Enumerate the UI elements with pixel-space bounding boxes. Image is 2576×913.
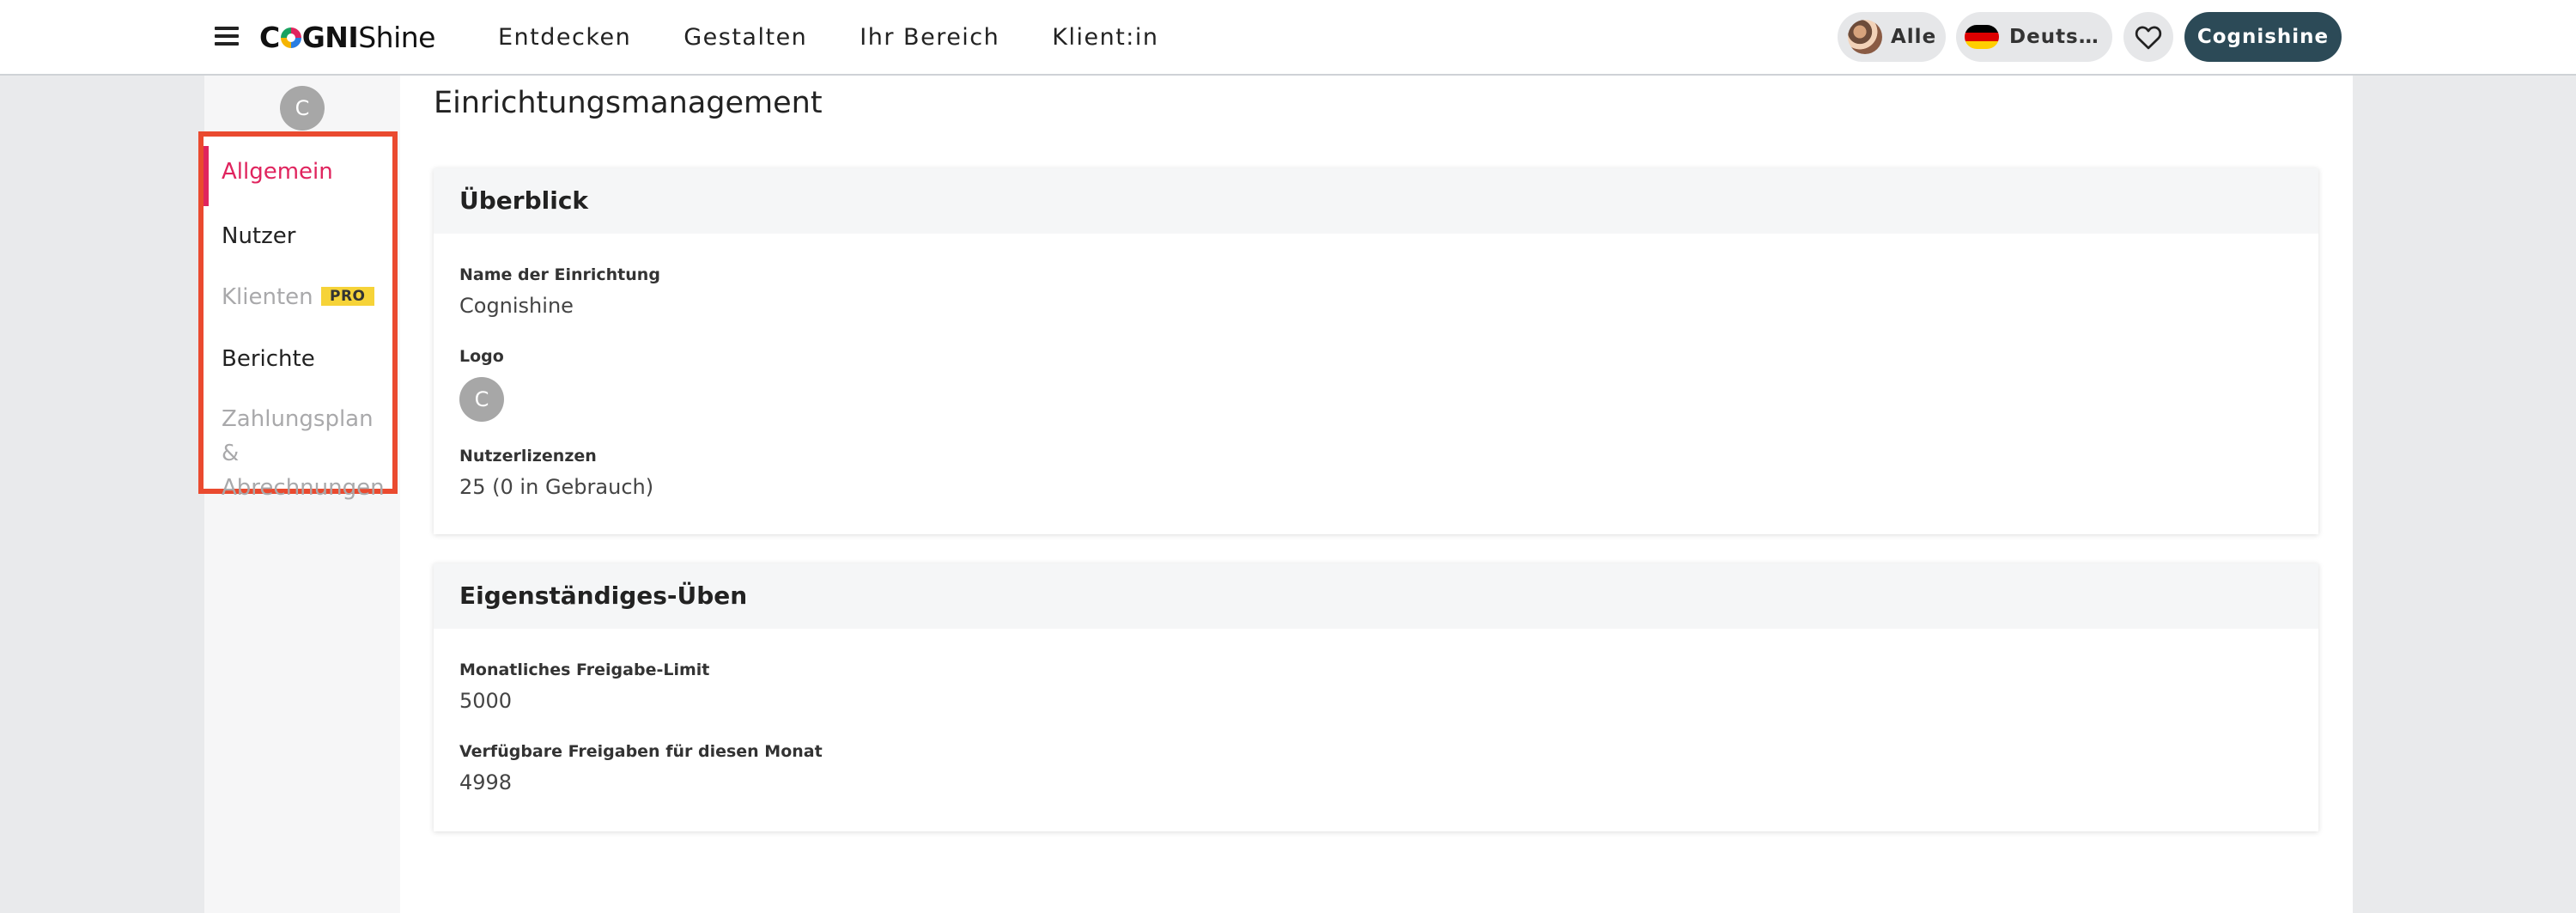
available-releases-label: Verfügbare Freigaben für diesen Monat bbox=[459, 742, 823, 761]
client-filter-button[interactable]: Alle bbox=[1838, 12, 1946, 62]
logo-mid: GNI bbox=[301, 20, 359, 54]
language-selector[interactable]: Deuts… bbox=[1956, 12, 2112, 62]
user-licenses-label: Nutzerlizenzen bbox=[459, 447, 597, 466]
available-releases-value: 4998 bbox=[459, 770, 513, 794]
user-licenses-value: 25 (0 in Gebrauch) bbox=[459, 475, 654, 499]
sidebar-item-label: Klienten bbox=[222, 284, 313, 310]
client-filter-label: Alle bbox=[1891, 26, 1937, 48]
sidebar-item-zahlungsplan[interactable]: Zahlungsplan & Abrechnungen bbox=[204, 402, 392, 505]
logo-mark-icon bbox=[280, 27, 301, 48]
sidebar-item-allgemein[interactable]: Allgemein bbox=[204, 146, 392, 206]
nav-ihr-bereich[interactable]: Ihr Bereich bbox=[860, 24, 999, 51]
logo-suffix: Shine bbox=[358, 20, 435, 54]
nav-klientin[interactable]: Klient:in bbox=[1052, 24, 1158, 51]
heart-icon bbox=[2135, 26, 2162, 50]
overview-card: Überblick Name der Einrichtung Cognishin… bbox=[434, 168, 2318, 534]
overview-heading: Überblick bbox=[434, 168, 2318, 234]
self-practice-heading: Eigenständiges-Üben bbox=[434, 563, 2318, 629]
nav-entdecken[interactable]: Entdecken bbox=[498, 24, 631, 51]
top-bar: C GNI Shine Entdecken Gestalten Ihr Bere… bbox=[0, 0, 2576, 76]
facility-logo: C bbox=[459, 377, 504, 422]
monthly-limit-label: Monatliches Freigabe-Limit bbox=[459, 660, 710, 679]
main-nav: Entdecken Gestalten Ihr Bereich Klient:i… bbox=[498, 0, 1212, 74]
facility-name-value: Cognishine bbox=[459, 294, 574, 318]
settings-sidebar-nav: Allgemein Nutzer Klienten PRO Berichte Z… bbox=[198, 131, 398, 501]
sidebar-item-label: Berichte bbox=[222, 346, 315, 372]
facility-avatar: C bbox=[280, 86, 325, 131]
logo-label: Logo bbox=[459, 347, 504, 366]
self-practice-card: Eigenständiges-Üben Monatliches Freigabe… bbox=[434, 563, 2318, 831]
monthly-limit-value: 5000 bbox=[459, 689, 513, 713]
app-logo[interactable]: C GNI Shine bbox=[259, 15, 435, 58]
favorites-button[interactable] bbox=[2123, 12, 2173, 62]
sidebar-item-nutzer[interactable]: Nutzer bbox=[204, 219, 392, 253]
logo-prefix: C bbox=[259, 20, 280, 54]
sidebar-item-label: Zahlungsplan & Abrechnungen bbox=[222, 406, 385, 501]
german-flag-icon bbox=[1965, 25, 1999, 49]
user-account-button[interactable]: Cognishine bbox=[2184, 12, 2342, 62]
sidebar-item-berichte[interactable]: Berichte bbox=[204, 342, 392, 376]
language-label: Deuts… bbox=[2009, 26, 2099, 48]
nav-gestalten[interactable]: Gestalten bbox=[683, 24, 807, 51]
facility-name-label: Name der Einrichtung bbox=[459, 265, 660, 284]
sidebar-item-label: Allgemein bbox=[222, 159, 333, 185]
page-title: Einrichtungsmanagement bbox=[434, 86, 823, 120]
pro-badge: PRO bbox=[321, 287, 374, 306]
sidebar-item-klienten[interactable]: Klienten PRO bbox=[204, 280, 392, 314]
group-avatar-icon bbox=[1848, 20, 1882, 54]
sidebar-item-label: Nutzer bbox=[222, 223, 296, 249]
hamburger-icon[interactable] bbox=[213, 24, 242, 48]
